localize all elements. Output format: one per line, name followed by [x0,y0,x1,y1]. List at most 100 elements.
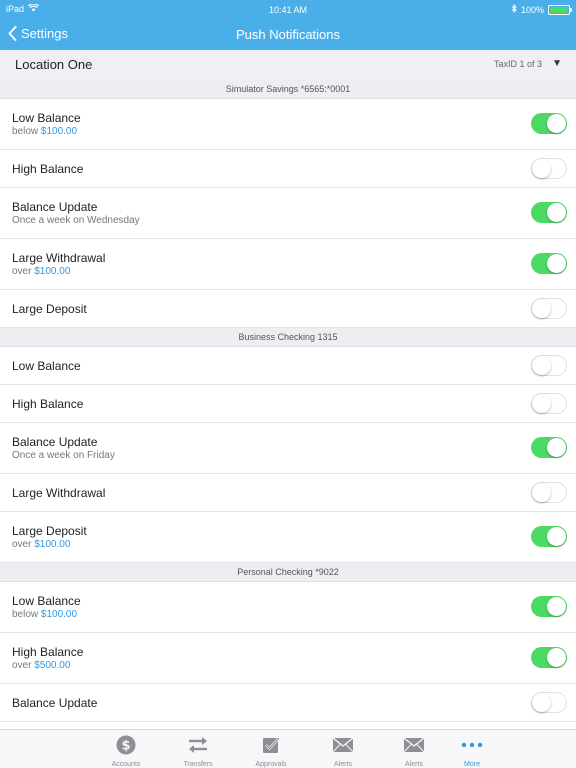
list-item: Large Deposit [0,290,576,328]
alert-label: Large Deposit [12,524,87,538]
alert-label: Balance Update [12,435,98,449]
status-time: 10:41 AM [268,5,308,15]
list-item: Low Balance [0,347,576,385]
toggle-knob [532,159,551,178]
alert-schedule: Once a week on Wednesday [12,215,140,226]
alert-label: High Balance [12,162,84,176]
alert-toggle[interactable] [531,298,567,319]
threshold-prefix: over [12,266,35,277]
tab-alerts[interactable]: Alerts [318,735,368,768]
alert-label: Low Balance [12,111,81,125]
svg-text:$: $ [121,739,130,754]
threshold-amount: $100.00 [34,539,71,550]
tab-label: More [464,761,480,768]
app-screen: iPad 10:41 AM 100% Settings Push Notific… [0,0,576,768]
tab-approvals[interactable]: Approvals [246,735,296,768]
transfer-arrows-icon [173,735,223,755]
list-item: High Balance over $500.00 [0,633,576,684]
list-item: High Balance [0,150,576,188]
list-item: Balance Update Once a week on Friday [0,423,576,474]
toggle-knob [547,114,566,133]
tab-label: Alerts [334,761,352,768]
tab-more[interactable]: More [447,735,497,768]
alert-toggle[interactable] [531,596,567,617]
toggle-knob [532,356,551,375]
alert-toggle[interactable] [531,437,567,458]
list-item: Large Withdrawal [0,474,576,512]
toggle-knob [547,527,566,546]
list-item: Balance Update [0,684,576,722]
status-bar: iPad 10:41 AM 100% [0,0,576,20]
list-item: High Balance [0,385,576,423]
toggle-knob [547,203,566,222]
alert-threshold: over $100.00 [12,266,70,277]
threshold-prefix: over [12,660,35,671]
toggle-knob [532,693,551,712]
list-item: Balance Update Once a week on Wednesday [0,188,576,239]
tab-transfers[interactable]: Transfers [173,735,223,768]
toggle-knob [547,648,566,667]
more-dots-icon [447,735,497,755]
alert-label: Low Balance [12,594,81,608]
page-title: Push Notifications [235,27,341,42]
alert-label: Balance Update [12,696,98,710]
alert-label: Large Deposit [12,302,87,316]
threshold-prefix: over [12,539,35,550]
alert-label: High Balance [12,645,84,659]
toggle-knob [532,299,551,318]
tab-alerts-secondary[interactable]: Alerts [389,735,439,768]
threshold-amount: $100.00 [40,126,78,137]
battery-percent: 100% [520,4,544,15]
alert-label: Balance Update [12,200,98,214]
alert-label: High Balance [12,397,84,411]
threshold-amount: $100.00 [34,266,71,277]
threshold-prefix: below [12,126,41,137]
toggle-knob [547,438,566,457]
alert-threshold: over $100.00 [12,539,70,550]
dollar-icon: $ [101,735,151,755]
alert-toggle[interactable] [531,482,567,503]
alert-toggle[interactable] [531,158,567,179]
toggle-knob [532,483,551,502]
alert-threshold: below $100.00 [12,126,77,137]
tab-label: Approvals [255,761,287,768]
toggle-knob [547,597,566,616]
navigation-bar: Settings Push Notifications [0,20,576,50]
tab-accounts[interactable]: $ Accounts [101,735,151,768]
alert-toggle[interactable] [531,202,567,223]
alert-label: Large Withdrawal [12,486,106,500]
alert-label: Low Balance [12,359,81,373]
alert-schedule: Once a week on Friday [12,450,115,461]
alert-threshold: below $100.00 [12,609,77,620]
battery-fill [550,6,567,13]
list-item: Low Balance below $100.00 [0,99,576,150]
threshold-prefix: below [12,609,41,620]
threshold-amount: $500.00 [34,660,71,671]
alert-threshold: over $500.00 [12,660,70,671]
location-name: Location One [15,57,93,72]
bluetooth-icon [511,3,517,15]
toggle-knob [532,394,551,413]
triangle-down-icon[interactable]: ▼ [552,58,562,69]
tab-bar: $ Accounts Transfers Approvals Alerts Al… [0,729,576,768]
alert-toggle[interactable] [531,253,567,274]
alert-toggle[interactable] [531,647,567,668]
alert-toggle[interactable] [531,393,567,414]
notification-list: Simulator Savings *6565:*0001 Low Balanc… [0,80,576,722]
threshold-amount: $100.00 [40,609,78,620]
alert-label: Large Withdrawal [12,251,106,265]
envelope-icon [318,735,368,755]
alert-toggle[interactable] [531,526,567,547]
list-item: Low Balance below $100.00 [0,582,576,633]
location-selector[interactable]: Location One TaxID 1 of 3 ▼ [0,50,576,81]
alert-toggle[interactable] [531,113,567,134]
status-right: 100% [511,3,572,15]
tab-label: Accounts [111,761,141,768]
list-item: Large Deposit over $100.00 [0,512,576,563]
alert-toggle[interactable] [531,355,567,376]
tab-label: Transfers [183,761,213,768]
tab-label: Alerts [405,761,423,768]
alert-toggle[interactable] [531,692,567,713]
toggle-knob [547,254,566,273]
section-header: Business Checking 1315 [0,328,576,347]
